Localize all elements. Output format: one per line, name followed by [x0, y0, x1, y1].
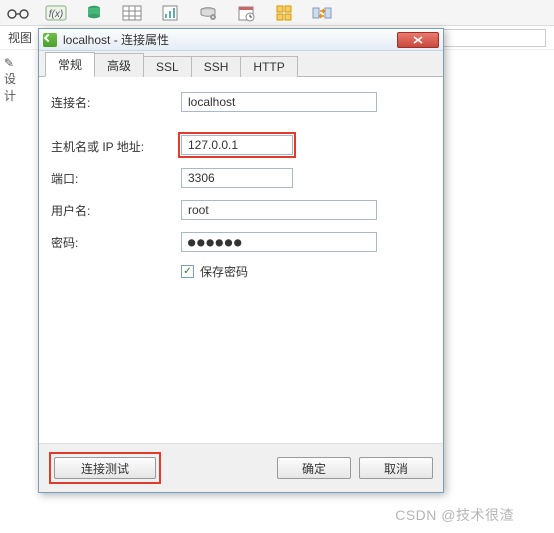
side-panel: ✎ 设计: [0, 50, 30, 110]
port-label: 端口:: [51, 170, 181, 187]
disk-gear-icon: [196, 3, 220, 23]
host-highlight: [178, 132, 296, 158]
test-connection-button[interactable]: 连接测试: [54, 457, 156, 479]
design-label: 设计: [4, 72, 16, 103]
watermark: CSDN @技术很渣: [395, 505, 514, 525]
ok-button[interactable]: 确定: [277, 457, 351, 479]
user-label: 用户名:: [51, 202, 181, 219]
table-icon: [120, 3, 144, 23]
close-button[interactable]: [397, 32, 439, 48]
tab-advanced[interactable]: 高级: [94, 53, 144, 77]
background-toolbar: f(x): [0, 0, 554, 26]
dialog-title: localhost - 连接属性: [63, 31, 397, 48]
password-input[interactable]: ●●●●●●: [181, 232, 377, 252]
svg-text:f(x): f(x): [49, 9, 63, 20]
dialog-button-bar: 连接测试 确定 取消: [39, 443, 443, 492]
app-icon: [43, 33, 57, 47]
save-password-label: 保存密码: [200, 263, 248, 280]
tab-ssl[interactable]: SSL: [143, 56, 192, 77]
database-icon: [82, 3, 106, 23]
close-icon: [413, 36, 423, 44]
save-password-checkbox[interactable]: ✓: [181, 265, 194, 278]
report-icon: [158, 3, 182, 23]
schedule-icon: [234, 3, 258, 23]
tab-strip: 常规 高级 SSL SSH HTTP: [39, 51, 443, 77]
port-input[interactable]: [181, 168, 293, 188]
transfer-icon: [310, 3, 334, 23]
conn-name-input[interactable]: [181, 92, 377, 112]
host-input[interactable]: [181, 135, 293, 155]
password-label: 密码:: [51, 234, 181, 251]
design-icon: ✎: [4, 56, 14, 70]
titlebar: localhost - 连接属性: [39, 29, 443, 51]
view-label: 视图: [0, 29, 40, 46]
cancel-button[interactable]: 取消: [359, 457, 433, 479]
conn-name-label: 连接名:: [51, 94, 181, 111]
tab-general[interactable]: 常规: [45, 52, 95, 77]
tab-ssh[interactable]: SSH: [191, 56, 242, 77]
fx-icon: f(x): [44, 3, 68, 23]
connection-dialog: localhost - 连接属性 常规 高级 SSL SSH HTTP 连接名:…: [38, 28, 444, 493]
glasses-icon: [6, 3, 30, 23]
grid-icon: [272, 3, 296, 23]
test-button-highlight: 连接测试: [49, 452, 161, 484]
tab-panel-general: 连接名: 主机名或 IP 地址: 端口: 用户名:: [39, 77, 443, 443]
user-input[interactable]: [181, 200, 377, 220]
host-label: 主机名或 IP 地址:: [51, 138, 181, 155]
tab-http[interactable]: HTTP: [240, 56, 297, 77]
